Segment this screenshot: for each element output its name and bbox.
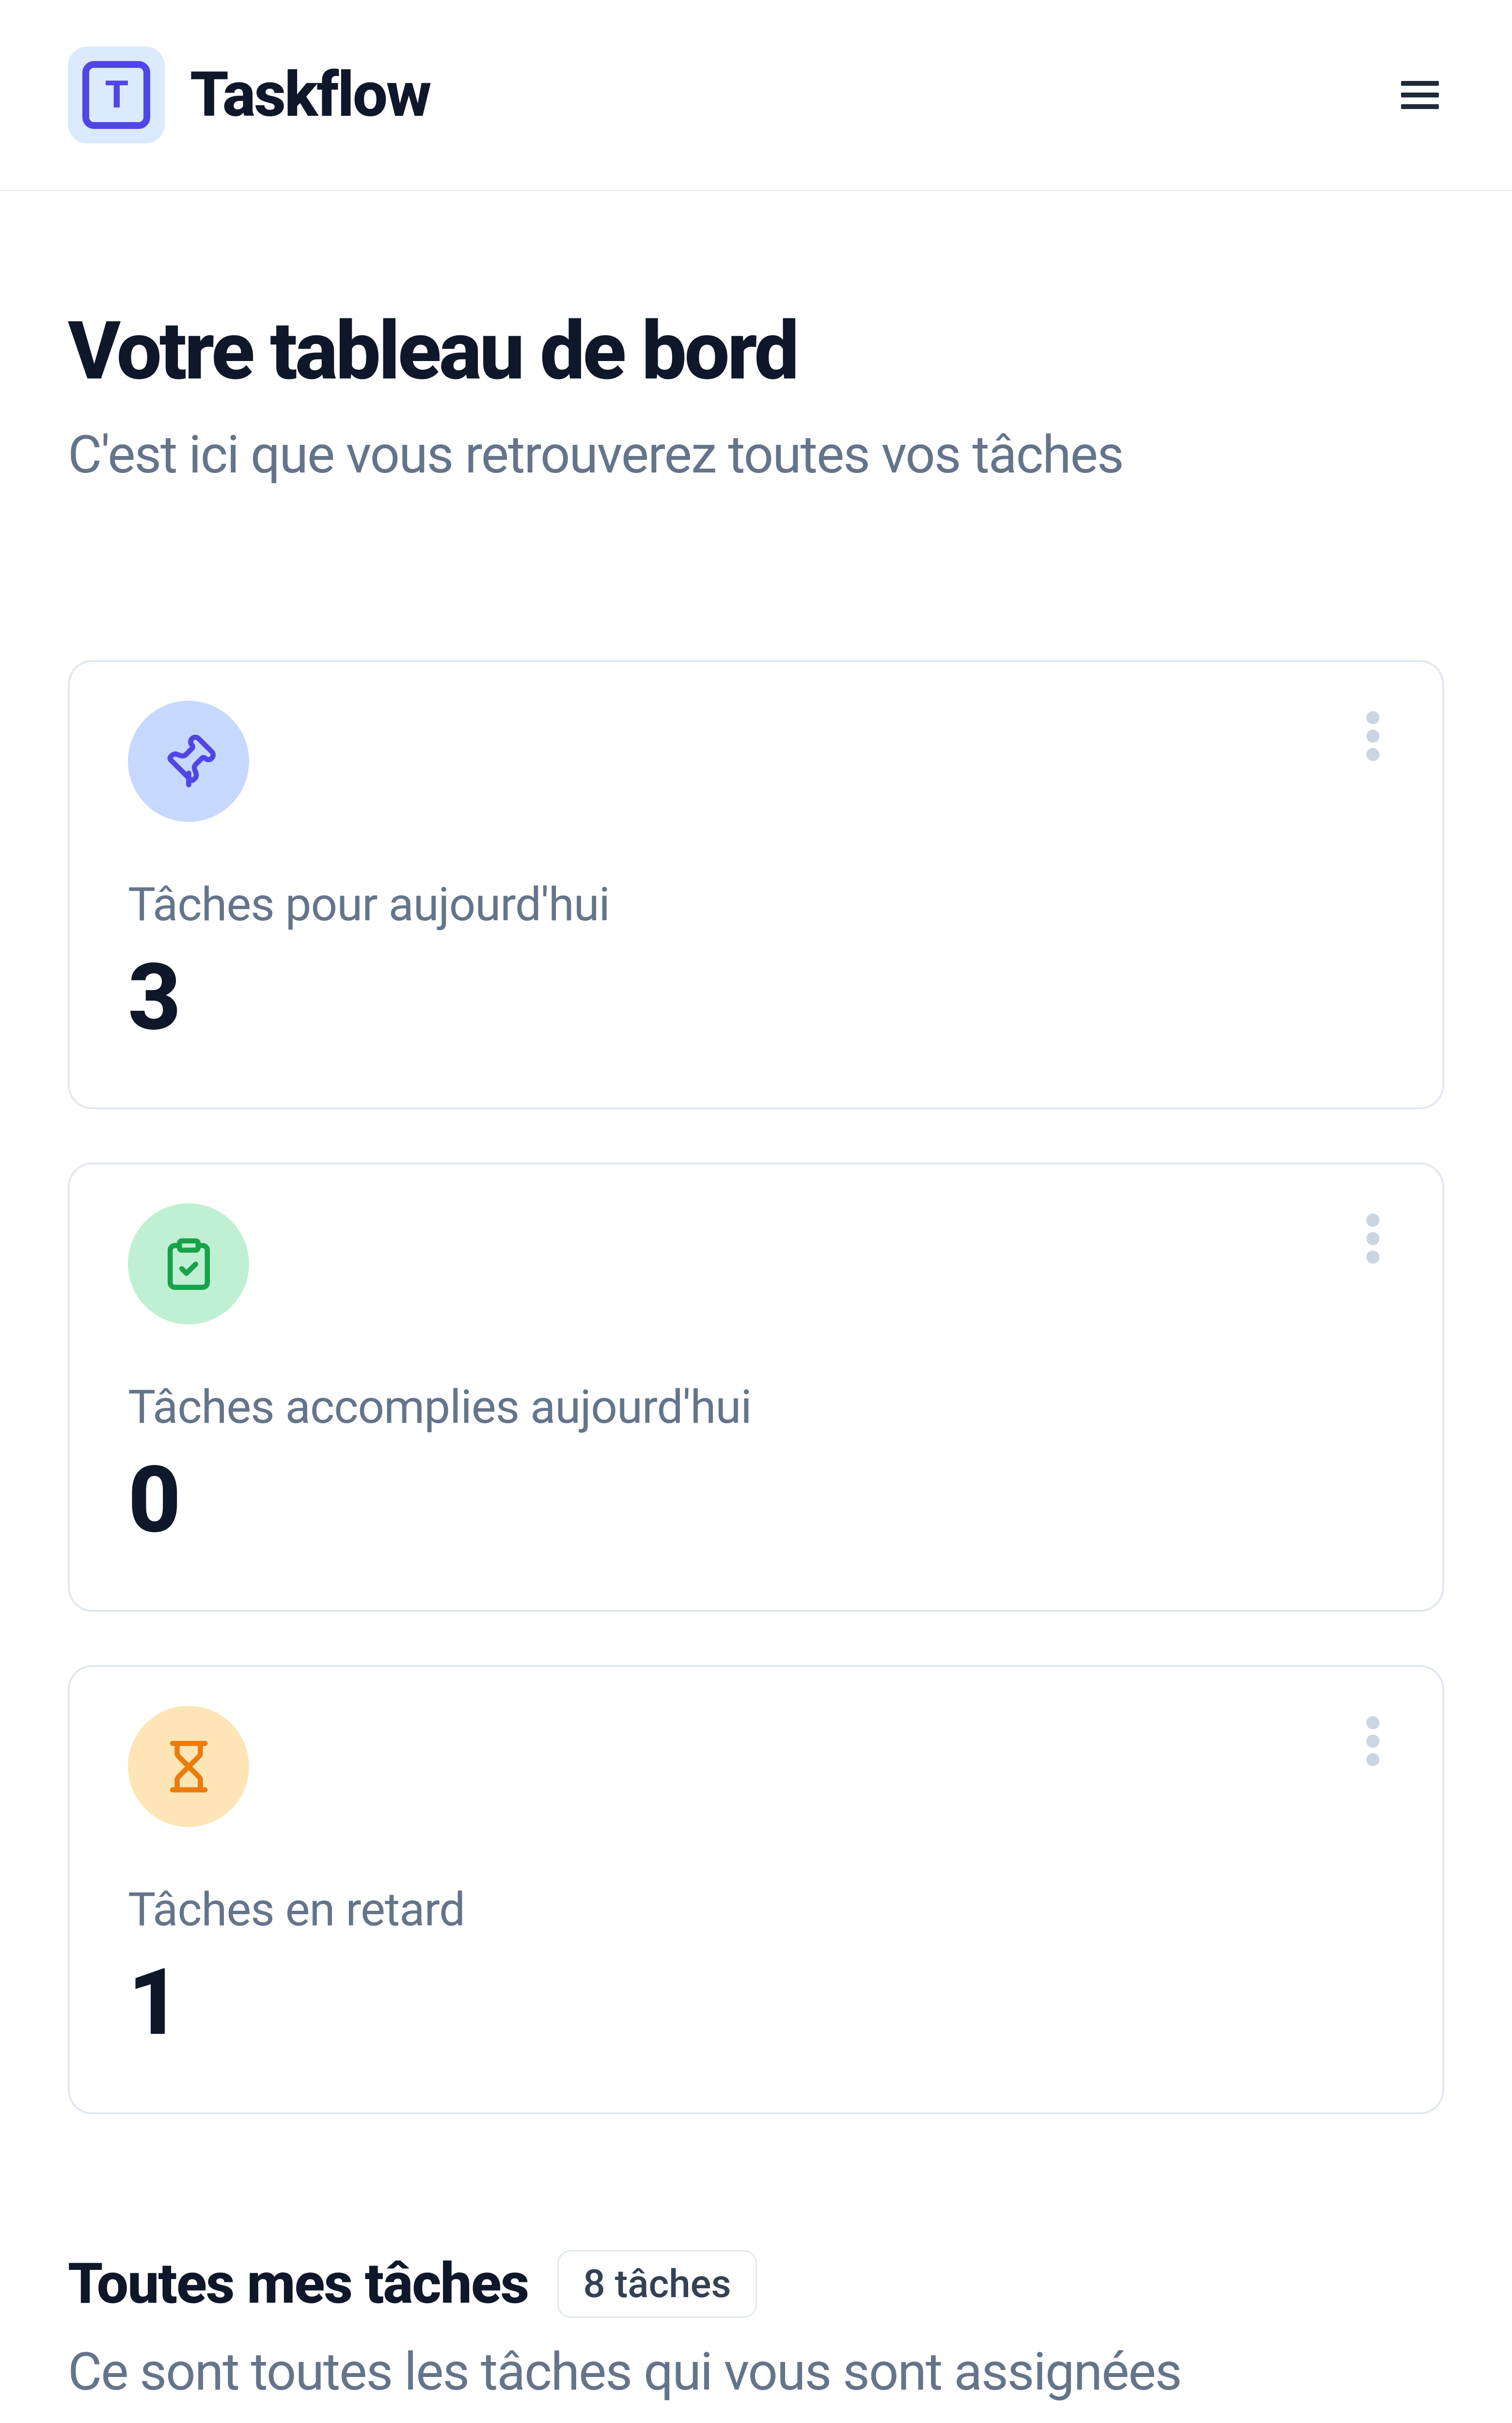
app-logo: T — [68, 47, 165, 143]
hourglass-icon — [128, 1706, 249, 1827]
header-left: T Taskflow — [68, 47, 430, 143]
page-subtitle: C'est ici que vous retrouverez toutes vo… — [68, 420, 1444, 491]
main-content: Votre tableau de bord C'est ici que vous… — [0, 191, 1512, 2408]
dots-vertical-icon — [1365, 1715, 1381, 1768]
app-name: Taskflow — [190, 59, 430, 131]
clipboard-check-icon — [128, 1203, 249, 1324]
card-menu-button[interactable] — [1362, 1706, 1384, 1778]
stat-value: 1 — [128, 1949, 1384, 2057]
stat-value: 0 — [128, 1447, 1384, 1554]
card-menu-button[interactable] — [1362, 701, 1384, 773]
stat-card-completed: Tâches accomplies aujourd'hui 0 — [68, 1163, 1444, 1612]
dots-vertical-icon — [1365, 709, 1381, 763]
stat-label: Tâches en retard — [128, 1883, 1384, 1937]
stat-card-late: Tâches en retard 1 — [68, 1665, 1444, 2114]
tasks-section-header: Toutes mes tâches 8 tâches — [68, 2250, 1444, 2318]
tasks-section-subtitle: Ce sont toutes les tâches qui vous sont … — [68, 2337, 1444, 2408]
stat-label: Tâches accomplies aujourd'hui — [128, 1380, 1384, 1434]
stat-label: Tâches pour aujourd'hui — [128, 878, 1384, 932]
menu-icon — [1401, 81, 1439, 109]
menu-button[interactable] — [1396, 71, 1444, 119]
dots-vertical-icon — [1365, 1212, 1381, 1265]
card-menu-button[interactable] — [1362, 1203, 1384, 1276]
logo-letter: T — [82, 61, 150, 129]
tasks-count-badge: 8 tâches — [557, 2250, 756, 2318]
tasks-section-title: Toutes mes tâches — [68, 2251, 528, 2317]
pin-icon — [128, 701, 249, 822]
stat-card-today: Tâches pour aujourd'hui 3 — [68, 660, 1444, 1109]
stat-cards: Tâches pour aujourd'hui 3 Tâches accompl… — [68, 660, 1444, 2114]
app-header: T Taskflow — [0, 0, 1512, 191]
stat-value: 3 — [128, 944, 1384, 1052]
page-title: Votre tableau de bord — [68, 307, 1444, 396]
